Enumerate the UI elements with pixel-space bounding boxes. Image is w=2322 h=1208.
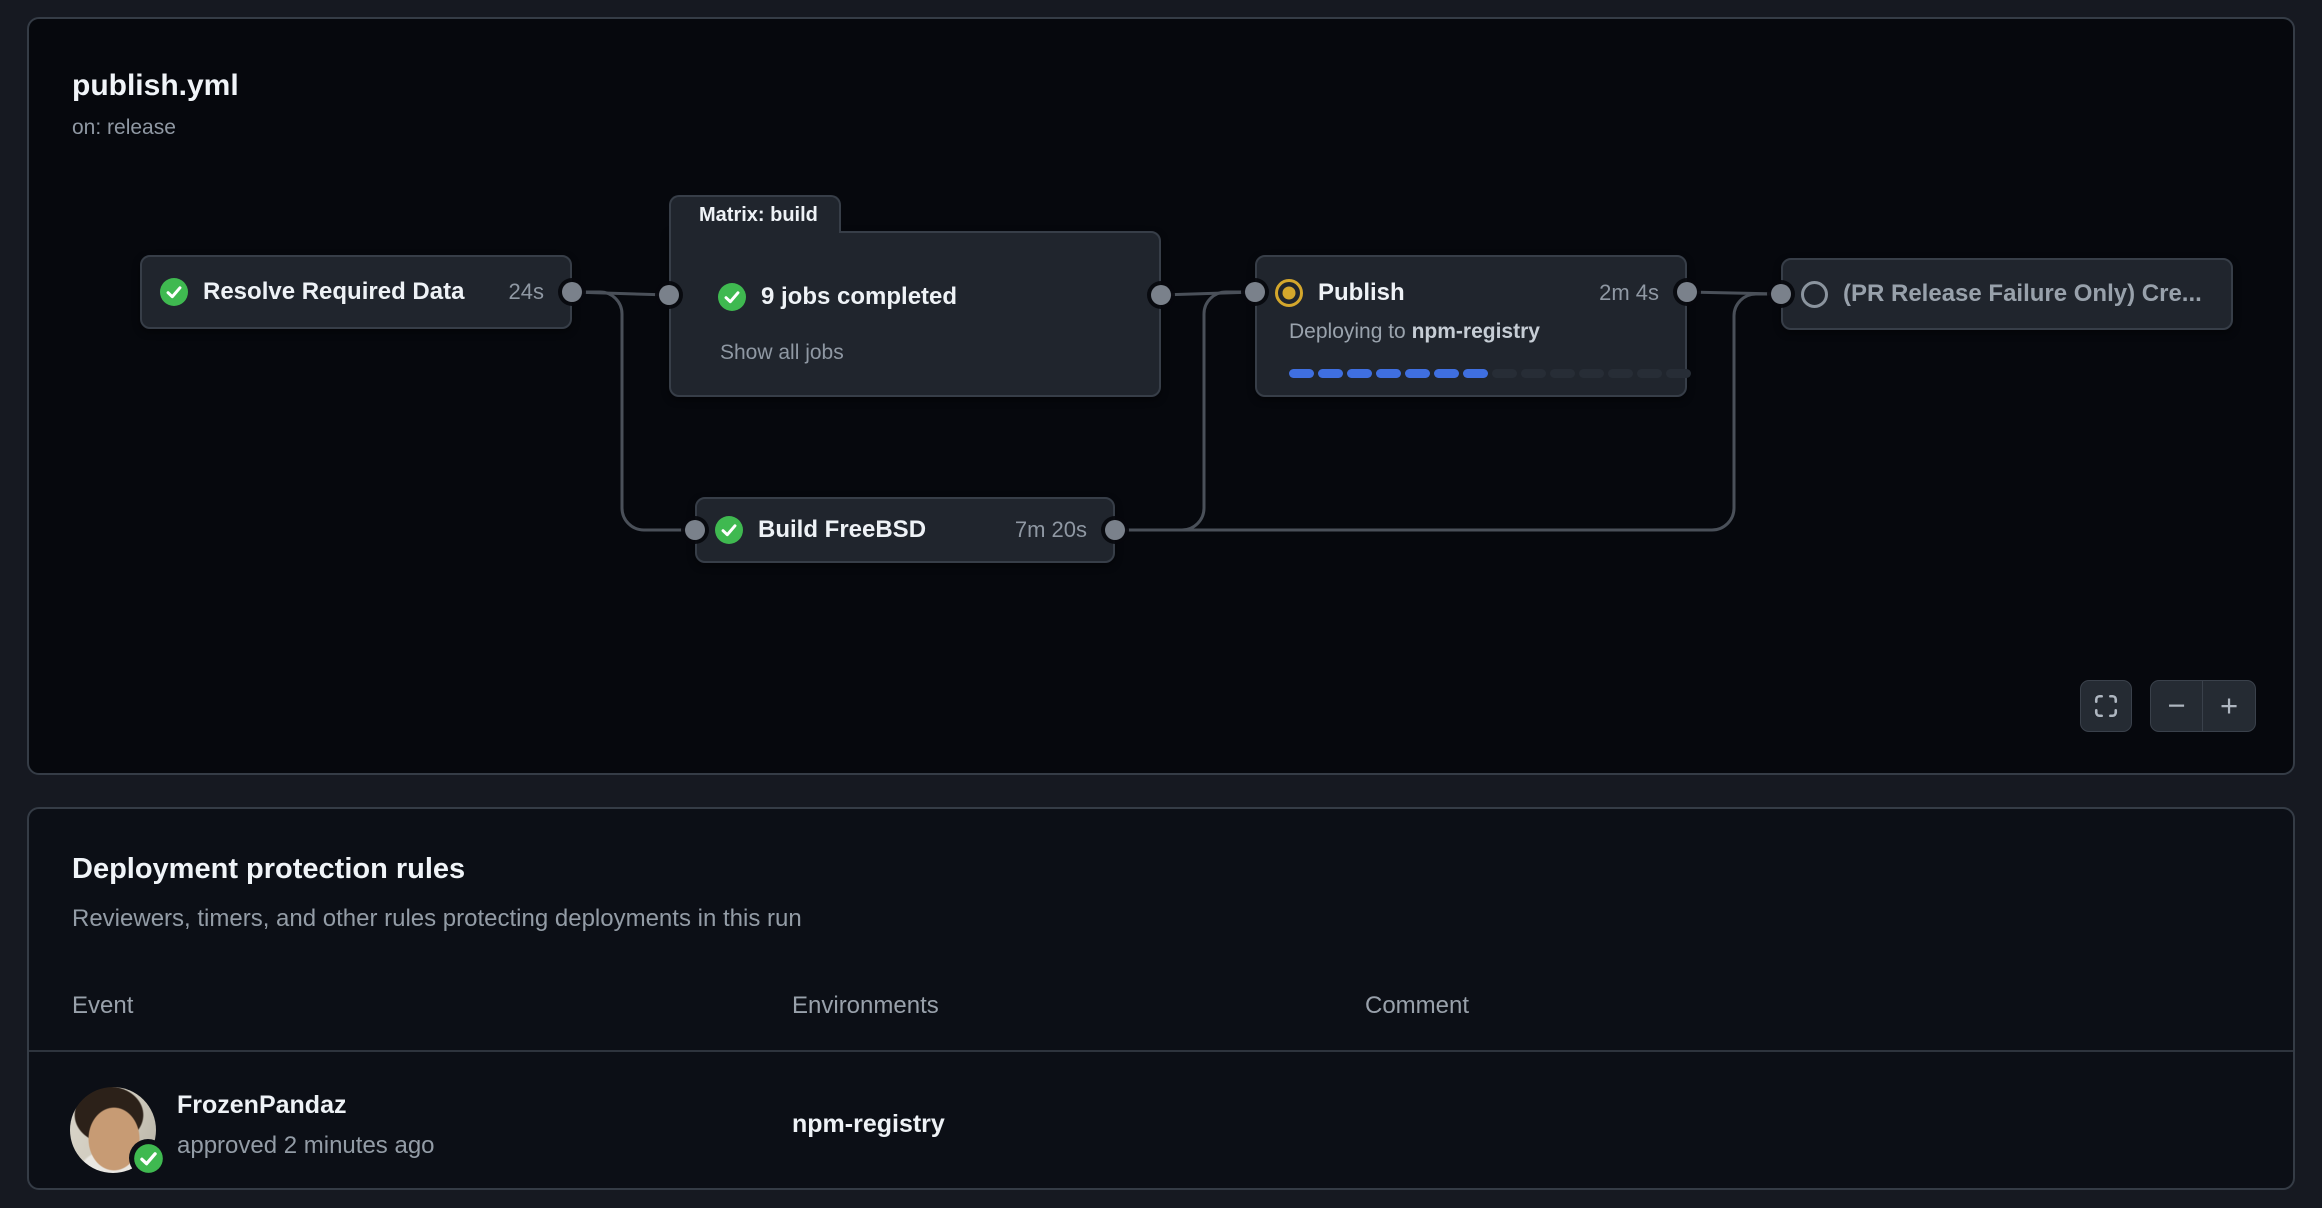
check-circle-icon [718, 283, 746, 311]
job-label: Resolve Required Data [203, 278, 464, 306]
progress-segment [1434, 369, 1459, 378]
job-duration: 2m 4s [1599, 280, 1659, 306]
progress-segment [1289, 369, 1314, 378]
progress-segment [1579, 369, 1604, 378]
deployment-protection-rules-panel: Deployment protection rules Reviewers, t… [27, 807, 2295, 1190]
job-label: Publish [1318, 279, 1405, 307]
progress-segment [1608, 369, 1633, 378]
matrix-group-tab: Matrix: build [669, 195, 841, 233]
progress-segment [1318, 369, 1343, 378]
progress-segment [1521, 369, 1546, 378]
job-duration: 7m 20s [1015, 517, 1087, 543]
check-circle-icon [160, 278, 188, 306]
connector-dot [1677, 282, 1697, 302]
connector-dot [1245, 282, 1265, 302]
zoom-control-group: − + [2150, 680, 2256, 732]
job-duration: 24s [509, 279, 544, 305]
progress-segment [1376, 369, 1401, 378]
workflow-graph-panel: publish.yml on: release Resolve Required… [27, 17, 2295, 775]
zoom-out-button[interactable]: − [2151, 681, 2203, 731]
show-all-jobs-link[interactable]: Show all jobs [720, 341, 844, 365]
progress-segment [1405, 369, 1430, 378]
connector-dot [1105, 520, 1125, 540]
check-circle-icon [715, 516, 743, 544]
connector-dot [1771, 284, 1791, 304]
matrix-tab-label: Matrix: build [699, 204, 818, 227]
environment-name: npm-registry [792, 1110, 945, 1139]
approver-username: FrozenPandaz [177, 1091, 346, 1120]
in-progress-icon [1275, 279, 1303, 307]
job-node-publish[interactable]: Publish 2m 4s Deploying to npm-registry [1255, 255, 1687, 397]
job-label: (PR Release Failure Only) Cre... [1843, 280, 2202, 308]
matrix-group-node[interactable]: 9 jobs completed Show all jobs [669, 231, 1161, 397]
rules-subtitle: Reviewers, timers, and other rules prote… [72, 905, 802, 933]
fullscreen-button[interactable] [2080, 680, 2132, 732]
connector-dot [562, 282, 582, 302]
pending-circle-icon [1801, 281, 1828, 308]
job-label: Build FreeBSD [758, 516, 926, 544]
approved-badge [129, 1139, 167, 1177]
zoom-in-button[interactable]: + [2203, 681, 2255, 731]
job-node-resolve-required-data[interactable]: Resolve Required Data 24s [140, 255, 572, 329]
approval-status-text: approved 2 minutes ago [177, 1132, 435, 1160]
fullscreen-icon [2093, 693, 2119, 719]
workflow-edges [29, 19, 2293, 773]
progress-segment [1666, 369, 1691, 378]
job-node-pr-release-failure[interactable]: (PR Release Failure Only) Cre... [1781, 258, 2233, 330]
progress-segment [1463, 369, 1488, 378]
rules-title: Deployment protection rules [72, 853, 465, 886]
connector-dot [1151, 285, 1171, 305]
progress-segment [1637, 369, 1662, 378]
deploy-target-environment: npm-registry [1412, 320, 1540, 343]
table-header-divider [29, 1050, 2293, 1052]
deploy-status-text: Deploying to npm-registry [1289, 320, 1540, 344]
publish-progress-bar [1289, 369, 1691, 378]
check-circle-icon [133, 1143, 164, 1174]
column-header-comment: Comment [1365, 992, 1469, 1020]
progress-segment [1550, 369, 1575, 378]
connector-dot [659, 285, 679, 305]
matrix-summary: 9 jobs completed [761, 283, 957, 311]
job-node-build-freebsd[interactable]: Build FreeBSD 7m 20s [695, 497, 1115, 563]
progress-segment [1347, 369, 1372, 378]
deploy-prefix: Deploying to [1289, 320, 1412, 343]
progress-segment [1492, 369, 1517, 378]
connector-dot [685, 520, 705, 540]
column-header-event: Event [72, 992, 133, 1020]
column-header-environments: Environments [792, 992, 939, 1020]
